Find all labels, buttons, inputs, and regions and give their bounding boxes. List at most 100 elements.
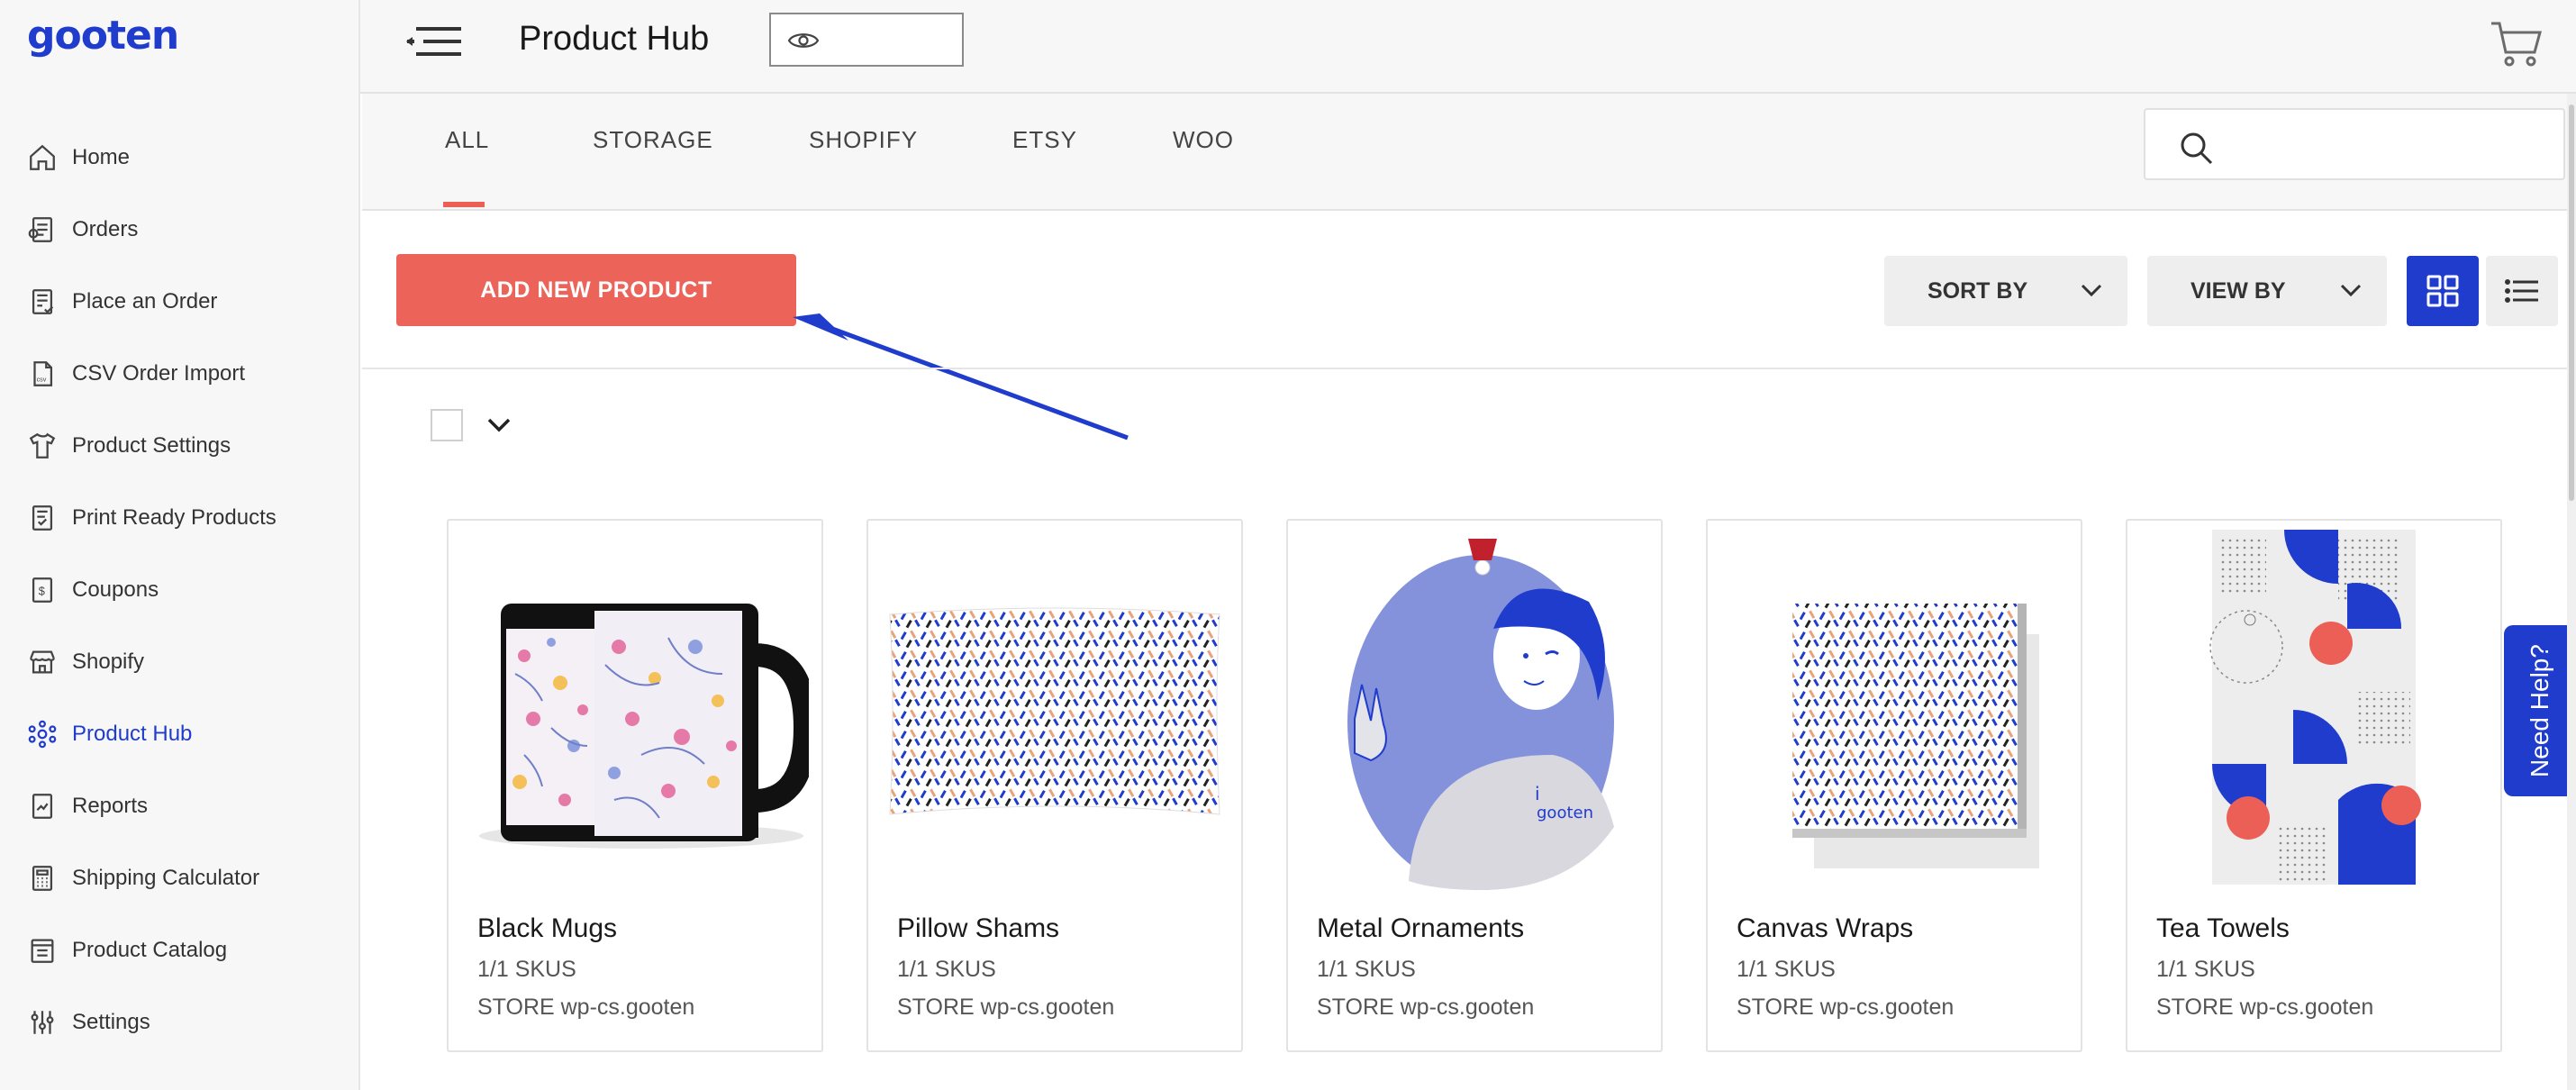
need-help-label: Need Help? [2526, 644, 2553, 777]
sidebar-item-label: Settings [72, 1010, 150, 1034]
tshirt-icon [29, 432, 56, 459]
product-card-black-mugs[interactable]: Black Mugs 1/1 SKUS STORE wp-cs.gooten [447, 519, 823, 1052]
sidebar-item-print-ready[interactable]: Print Ready Products [0, 482, 360, 554]
place-order-icon [32, 289, 54, 314]
orders-icon [28, 217, 53, 242]
print-ready-icon [32, 505, 53, 531]
sidebar-item-orders[interactable]: Orders [0, 194, 360, 266]
product-title: Canvas Wraps [1737, 913, 1914, 943]
product-title: Black Mugs [477, 913, 618, 943]
sidebar-item-reports[interactable]: Reports [0, 770, 360, 842]
product-store: STORE wp-cs.gooten [477, 995, 695, 1020]
product-card-metal-ornaments[interactable]: i gooten Metal Ornaments 1/1 SKUS STORE … [1286, 519, 1663, 1052]
product-skus: 1/1 SKUS [2156, 957, 2255, 982]
coupon-icon: $ [32, 577, 53, 603]
need-help-button[interactable]: Need Help? [2504, 625, 2576, 796]
sidebar-item-home[interactable]: Home [0, 122, 360, 194]
sidebar-item-product-catalog[interactable]: Product Catalog [0, 914, 360, 986]
product-skus: 1/1 SKUS [897, 957, 996, 982]
svg-text:$: $ [39, 585, 45, 598]
view-by-label: VIEW BY [2191, 277, 2286, 304]
sidebar: gooten Home Orders Place an Order csv CS… [0, 0, 360, 1090]
tab-shopify[interactable]: SHOPIFY [809, 126, 918, 154]
sidebar-item-coupons[interactable]: $ Coupons [0, 554, 360, 626]
sidebar-item-label: Place an Order [72, 289, 218, 313]
view-by-dropdown[interactable]: VIEW BY [2147, 256, 2387, 326]
product-skus: 1/1 SKUS [477, 957, 576, 982]
product-title: Tea Towels [2156, 913, 2290, 943]
sidebar-item-label: Shopify [72, 649, 145, 674]
list-icon [2505, 279, 2538, 303]
add-new-product-button[interactable]: ADD NEW PRODUCT [396, 254, 796, 326]
product-image [2140, 530, 2488, 890]
page-title: Product Hub [519, 20, 710, 58]
product-skus: 1/1 SKUS [1737, 957, 1836, 982]
eye-icon [787, 33, 820, 48]
product-store: STORE wp-cs.gooten [1317, 995, 1535, 1020]
sidebar-item-product-settings[interactable]: Product Settings [0, 410, 360, 482]
annotation-arrow [793, 313, 1129, 441]
product-card-pillow-shams[interactable]: Pillow Shams 1/1 SKUS STORE wp-cs.gooten [866, 519, 1243, 1052]
sliders-icon [31, 1011, 54, 1034]
chevron-down-icon [2081, 284, 2102, 297]
sidebar-item-label: Reports [72, 794, 149, 818]
tab-all[interactable]: ALL [445, 126, 489, 154]
calculator-icon [32, 866, 53, 891]
sidebar-item-place-order[interactable]: Place an Order [0, 266, 360, 338]
active-tab-indicator [443, 202, 485, 207]
product-image: i gooten [1301, 530, 1648, 890]
product-title: Metal Ornaments [1317, 913, 1525, 943]
search-input[interactable] [2232, 119, 2547, 171]
product-card-canvas-wraps[interactable]: Canvas Wraps 1/1 SKUS STORE wp-cs.gooten [1706, 519, 2082, 1052]
product-card-tea-towels[interactable]: Tea Towels 1/1 SKUS STORE wp-cs.gooten [2126, 519, 2502, 1052]
product-store: STORE wp-cs.gooten [897, 995, 1115, 1020]
sidebar-item-csv-import[interactable]: csv CSV Order Import [0, 338, 360, 410]
scrollbar-thumb[interactable] [2569, 104, 2574, 501]
sidebar-nav: Home Orders Place an Order csv CSV Order… [0, 122, 360, 1058]
csv-icon: csv [33, 361, 53, 386]
chevron-down-icon[interactable] [486, 416, 512, 434]
divider [362, 368, 2576, 369]
select-all-checkbox[interactable] [431, 409, 463, 441]
sidebar-item-label: Coupons [72, 577, 159, 602]
tab-storage[interactable]: STORAGE [593, 126, 713, 154]
sidebar-item-label: Home [72, 145, 131, 169]
svg-text:gooten: gooten [1537, 804, 1593, 822]
sort-by-label: SORT BY [1927, 277, 2028, 304]
product-image [881, 530, 1229, 890]
grid-icon [2426, 275, 2459, 307]
catalog-icon [31, 939, 54, 963]
sidebar-item-label: CSV Order Import [72, 361, 246, 386]
chevron-down-icon [2340, 284, 2362, 297]
tab-woo[interactable]: WOO [1173, 126, 1234, 154]
list-view-button[interactable] [2486, 256, 2558, 326]
home-icon [30, 144, 55, 170]
reports-icon [32, 794, 53, 819]
sort-by-dropdown[interactable]: SORT BY [1884, 256, 2127, 326]
sidebar-item-settings[interactable]: Settings [0, 986, 360, 1058]
sidebar-item-shipping-calculator[interactable]: Shipping Calculator [0, 842, 360, 914]
sidebar-item-label: Shipping Calculator [72, 866, 260, 890]
product-skus: 1/1 SKUS [1317, 957, 1416, 982]
preview-toggle[interactable] [769, 13, 964, 67]
product-image [1720, 530, 2068, 890]
grid-view-button[interactable] [2407, 256, 2479, 326]
sidebar-item-label: Print Ready Products [72, 505, 277, 530]
product-hub-icon [28, 720, 57, 749]
search-icon [2181, 132, 2213, 165]
collapse-menu-icon[interactable] [405, 23, 463, 59]
gooten-logo[interactable]: gooten [27, 13, 179, 59]
sidebar-item-product-hub[interactable]: Product Hub [0, 698, 360, 770]
sidebar-item-label: Product Hub [72, 722, 193, 746]
sidebar-item-label: Product Settings [72, 433, 231, 458]
tabs-bar: ALL STORAGE SHOPIFY ETSY WOO [362, 94, 2576, 211]
sidebar-item-shopify[interactable]: Shopify [0, 626, 360, 698]
tab-etsy[interactable]: ETSY [1012, 126, 1077, 154]
product-image [461, 530, 809, 890]
sidebar-item-label: Product Catalog [72, 938, 228, 962]
sidebar-item-label: Orders [72, 217, 139, 241]
svg-text:i: i [1535, 783, 1540, 804]
cart-icon[interactable] [2490, 20, 2544, 68]
product-store: STORE wp-cs.gooten [1737, 995, 1955, 1020]
search-box[interactable] [2144, 108, 2565, 180]
